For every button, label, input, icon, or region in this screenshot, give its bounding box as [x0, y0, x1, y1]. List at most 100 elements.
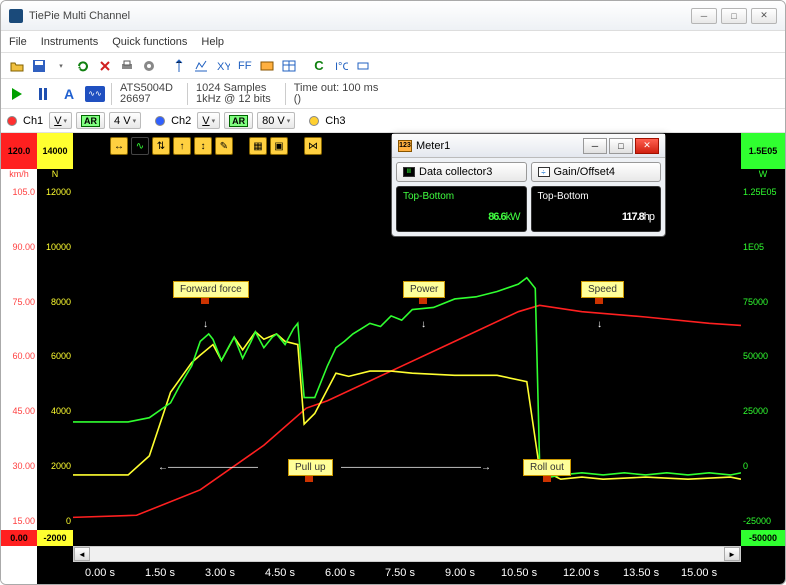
axR-vals: 1.25E051E057500050000250000-25000: [741, 183, 785, 530]
app-window: TiePie Multi Channel ─ □ ✕ File Instrume…: [0, 0, 786, 585]
auto-button[interactable]: A: [59, 84, 79, 104]
toolbar-device: A ∿∿ ATS5004D26697 1024 Samples1kHz @ 12…: [1, 79, 785, 109]
ann-rollout-mark: [543, 476, 551, 482]
fft-button[interactable]: FFT: [235, 56, 255, 76]
pause-button[interactable]: [33, 84, 53, 104]
ptb-1[interactable]: ↔: [110, 137, 128, 155]
graph-xy-button[interactable]: XY: [213, 56, 233, 76]
ch1-coupling[interactable]: V ▾: [49, 112, 72, 129]
ptb-6[interactable]: ✎: [215, 137, 233, 155]
refresh-button[interactable]: [73, 56, 93, 76]
axL2-unit: N: [37, 169, 73, 183]
open-button[interactable]: [7, 56, 27, 76]
ch2-range[interactable]: 80 V ▾: [257, 112, 295, 129]
maximize-button[interactable]: □: [721, 8, 747, 24]
ch2-label: Ch2: [169, 115, 193, 127]
device-info: ATS5004D26697: [111, 83, 181, 105]
meter-panel-1: Top-Bottom 86.6kW: [396, 186, 527, 232]
menu-instruments[interactable]: Instruments: [41, 36, 98, 48]
sample-info: 1024 Samples1kHz @ 12 bits: [187, 83, 279, 105]
ch1-label: Ch1: [21, 115, 45, 127]
ch2-coupling[interactable]: V ▾: [197, 112, 220, 129]
meter-maximize[interactable]: □: [609, 138, 633, 154]
device-wave-icon[interactable]: ∿∿: [85, 86, 105, 102]
close-button[interactable]: ✕: [751, 8, 777, 24]
ann-speed-arrow: ↓: [597, 319, 602, 330]
delete-button[interactable]: [95, 56, 115, 76]
print-button[interactable]: [117, 56, 137, 76]
ann-pullup-arrowR: ——————————————→: [341, 462, 491, 473]
ann-forward-mark: [201, 298, 209, 304]
x-axis: 0.00 s 1.50 s 3.00 s 4.50 s 6.00 s 7.50 …: [73, 562, 741, 584]
axL1-top: 120.0: [1, 133, 37, 169]
cursor-vert-button[interactable]: [169, 56, 189, 76]
ann-speed-mark: [595, 298, 603, 304]
ann-pullup-mark: [305, 476, 313, 482]
toolbar-main: ▾ XY FFT C I°C: [1, 53, 785, 79]
ptb-3[interactable]: ⇅: [152, 137, 170, 155]
axR-bot: -50000: [741, 530, 785, 546]
meter-tab-gain[interactable]: ÷Gain/Offset4: [531, 162, 662, 182]
meter-titlebar[interactable]: 123Meter1 ─ □ ✕: [392, 134, 665, 158]
app-logo-icon: [9, 9, 23, 23]
save-button[interactable]: [29, 56, 49, 76]
ann-pullup-arrowL: ←—————————: [158, 462, 258, 473]
ann-forward-force[interactable]: Forward force: [173, 281, 249, 298]
meter-window[interactable]: 123Meter1 ─ □ ✕ ⅢData collector3 ÷Gain/O…: [391, 133, 666, 237]
minimize-button[interactable]: ─: [691, 8, 717, 24]
ch3-led-icon: [309, 116, 319, 126]
ann-rollout[interactable]: Roll out: [523, 459, 571, 476]
axR-unit: W: [741, 169, 785, 183]
scroll-left[interactable]: ◄: [74, 547, 90, 561]
channel-bar: Ch1 V ▾ AR 4 V ▾ Ch2 V ▾ AR 80 V ▾ Ch3: [1, 109, 785, 133]
ptb-2[interactable]: ∿: [131, 137, 149, 155]
meter-button[interactable]: [257, 56, 277, 76]
save-dropdown[interactable]: ▾: [51, 56, 71, 76]
menu-quick-functions[interactable]: Quick functions: [112, 36, 187, 48]
ptb-7[interactable]: ▦: [249, 137, 267, 155]
io-button[interactable]: I°C: [331, 56, 351, 76]
ch1-range[interactable]: 4 V ▾: [109, 112, 141, 129]
main-area: 120.0 km/h 105.090.0075.0060.0045.0030.0…: [1, 133, 785, 584]
timeout-info: Time out: 100 ms(): [285, 83, 387, 105]
axL1-vals: 105.090.0075.0060.0045.0030.0015.00: [1, 183, 37, 530]
ann-pullup[interactable]: Pull up: [288, 459, 333, 476]
ch1-autorange[interactable]: AR: [76, 112, 105, 129]
play-button[interactable]: [7, 84, 27, 104]
coupling-button[interactable]: C: [309, 56, 329, 76]
plot-scrollbar[interactable]: ◄ ►: [73, 546, 741, 562]
scroll-right[interactable]: ►: [724, 547, 740, 561]
menu-help[interactable]: Help: [201, 36, 224, 48]
titlebar: TiePie Multi Channel ─ □ ✕: [1, 1, 785, 31]
ptb-8[interactable]: ▣: [270, 137, 288, 155]
menu-file[interactable]: File: [9, 36, 27, 48]
ptb-4[interactable]: ↑: [173, 137, 191, 155]
ann-power[interactable]: Power: [403, 281, 445, 298]
ann-speed[interactable]: Speed: [581, 281, 624, 298]
table-button[interactable]: [279, 56, 299, 76]
svg-text:I°C: I°C: [335, 61, 348, 73]
graph-yt-button[interactable]: [191, 56, 211, 76]
ann-power-mark: [419, 298, 427, 304]
ch2-led-icon: [155, 116, 165, 126]
bus-button[interactable]: [353, 56, 373, 76]
ann-forward-arrow: ↓: [203, 319, 208, 330]
axL1-bot: 0.00: [1, 530, 37, 546]
meter-minimize[interactable]: ─: [583, 138, 607, 154]
window-title: TiePie Multi Channel: [9, 9, 691, 23]
y-axis-left-2: 14000 N 120001000080006000400020000 -200…: [37, 133, 73, 584]
settings-button[interactable]: [139, 56, 159, 76]
axL1-unit: km/h: [1, 169, 37, 183]
ptb-9[interactable]: ⋈: [304, 137, 322, 155]
meter-panel-2: Top-Bottom 117.8hp: [531, 186, 662, 232]
ch2-autorange[interactable]: AR: [224, 112, 253, 129]
meter-tab-collector[interactable]: ⅢData collector3: [396, 162, 527, 182]
axL2-top: 14000: [37, 133, 73, 169]
axL2-bot: -2000: [37, 530, 73, 546]
meter-close[interactable]: ✕: [635, 138, 659, 154]
axR-top: 1.5E05: [741, 133, 785, 169]
ch3-label: Ch3: [323, 115, 347, 127]
y-axis-right: 1.5E05 W 1.25E051E057500050000250000-250…: [741, 133, 785, 584]
ptb-5[interactable]: ↕: [194, 137, 212, 155]
meter-icon: 123: [398, 140, 412, 152]
